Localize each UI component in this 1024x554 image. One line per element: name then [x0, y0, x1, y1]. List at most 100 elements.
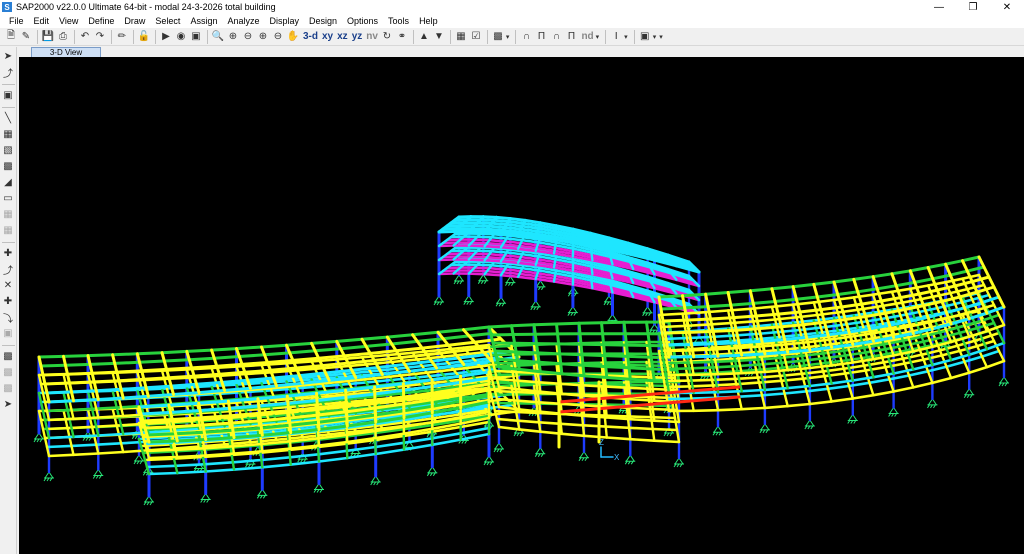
tab-3d-view[interactable]: 3-D View — [31, 47, 101, 57]
quick-draw-area-icon[interactable]: ▦ — [2, 208, 15, 221]
snap-intersections-icon[interactable]: ✕ — [2, 279, 15, 292]
menu-select[interactable]: Select — [150, 16, 185, 26]
draw-frame-icon[interactable]: ╲ — [2, 112, 15, 125]
menu-analyze[interactable]: Analyze — [222, 16, 264, 26]
joint-restraint — [712, 425, 723, 436]
set-display-options-icon[interactable]: ▦ — [454, 30, 468, 44]
open-icon[interactable]: ✎ — [19, 30, 33, 44]
get-previous-icon[interactable]: ▩ — [2, 366, 15, 379]
frame-beam — [690, 378, 717, 382]
frame-releases-icon[interactable]: Π — [534, 30, 548, 44]
draw-solid-icon[interactable]: ▦ — [2, 224, 15, 237]
section-designer-icon[interactable]: Ⅰ — [609, 30, 623, 44]
snap-lines-icon[interactable]: ⤵ — [2, 311, 15, 325]
menu-define[interactable]: Define — [83, 16, 119, 26]
draw-joint-icon[interactable]: ▣ — [2, 89, 15, 102]
model-viewport-3d[interactable]: XZ — [19, 57, 1024, 554]
pan-icon[interactable]: ✋ — [286, 30, 300, 44]
draw-poly-area-icon[interactable]: ◢ — [2, 176, 15, 189]
snap-grid-icon[interactable]: ▣ — [2, 327, 15, 340]
frame-beam — [798, 308, 823, 314]
menu-help[interactable]: Help — [414, 16, 443, 26]
move-down-icon[interactable]: ▼ — [432, 30, 446, 44]
zoom-previous-icon[interactable]: ⊖ — [271, 30, 285, 44]
rotate-icon[interactable]: ↻ — [380, 30, 394, 44]
snap-ends-icon[interactable]: ⤴ — [2, 263, 15, 277]
select-all-icon[interactable]: ▩ — [2, 350, 15, 363]
chevron-down-icon[interactable]: ▾ — [506, 33, 510, 41]
frame-beam — [603, 414, 630, 418]
check-icon[interactable]: ☑ — [469, 30, 483, 44]
menu-options[interactable]: Options — [342, 16, 383, 26]
frame-display-icon[interactable]: Π — [564, 30, 578, 44]
view-xz-button[interactable]: xz — [335, 31, 350, 42]
restore-icon[interactable]: ❐ — [956, 0, 990, 14]
quick-draw-secondary-icon[interactable]: ▩ — [2, 160, 15, 173]
grid-options-icon[interactable]: ▩ — [491, 30, 505, 44]
zoom-window-icon[interactable]: 🔍 — [211, 30, 225, 44]
frame-beam — [836, 290, 860, 296]
quick-draw-frame-icon[interactable]: ▦ — [2, 128, 15, 141]
frame-beam — [872, 372, 895, 379]
view-nv-button[interactable]: nv — [364, 31, 380, 42]
frame-beam — [603, 354, 630, 358]
view-3d-button[interactable]: 3-d — [301, 31, 320, 42]
frame-beam — [754, 312, 780, 318]
frame-beam — [411, 330, 440, 337]
minimize-icon[interactable]: — — [922, 0, 956, 14]
run-analysis-icon[interactable]: ▶ — [159, 30, 173, 44]
save-icon[interactable]: 💾 — [41, 30, 55, 44]
print-icon[interactable]: ⎙ — [56, 30, 70, 44]
rubberband-zoom-icon[interactable]: ▣ — [189, 30, 203, 44]
reshape-icon[interactable]: ⤴ — [2, 66, 15, 80]
redo-icon[interactable]: ↷ — [93, 30, 107, 44]
nd-button[interactable]: nd — [579, 31, 595, 42]
close-icon[interactable]: ✕ — [990, 0, 1024, 14]
snap-perpendicular-icon[interactable]: ✚ — [2, 295, 15, 308]
quick-draw-brace-icon[interactable]: ▧ — [2, 144, 15, 157]
frame-beam — [714, 377, 741, 382]
area-icon[interactable]: ▣ — [638, 30, 652, 44]
chevron-down-icon[interactable]: ▾ — [596, 33, 600, 41]
frame-beam — [72, 398, 100, 403]
menu-assign[interactable]: Assign — [185, 16, 222, 26]
frame-beam — [492, 218, 511, 224]
view-xy-button[interactable]: xy — [320, 31, 335, 42]
frame-section-icon[interactable]: ∩ — [519, 30, 533, 44]
frame-beam — [840, 320, 863, 327]
select-intersect-icon[interactable]: ➤ — [2, 398, 15, 411]
zoom-restore-icon[interactable]: ⊕ — [256, 30, 270, 44]
run-now-icon[interactable]: ◉ — [174, 30, 188, 44]
chevron-down-icon[interactable]: ▾ — [659, 33, 663, 41]
snap-points-icon[interactable]: ✚ — [2, 247, 15, 260]
frame-loads-icon[interactable]: ∩ — [549, 30, 563, 44]
lock-icon[interactable]: 🔓 — [137, 30, 151, 44]
draw-rect-area-icon[interactable]: ▭ — [2, 192, 15, 205]
frame-beam — [144, 384, 173, 390]
frame-beam — [47, 435, 75, 440]
menu-design[interactable]: Design — [304, 16, 342, 26]
menu-file[interactable]: File — [4, 16, 29, 26]
menu-edit[interactable]: Edit — [29, 16, 55, 26]
move-up-icon[interactable]: ▲ — [417, 30, 431, 44]
perspective-icon[interactable]: ⚭ — [395, 30, 409, 44]
zoom-in-icon[interactable]: ⊕ — [226, 30, 240, 44]
menu-draw[interactable]: Draw — [119, 16, 150, 26]
chevron-down-icon[interactable]: ▾ — [653, 33, 657, 41]
frame-beam — [473, 266, 491, 270]
frame-beam — [204, 436, 236, 441]
menu-display[interactable]: Display — [264, 16, 304, 26]
menu-tools[interactable]: Tools — [383, 16, 414, 26]
new-model-icon[interactable]: 🗎 — [4, 30, 18, 44]
frame-beam — [661, 318, 689, 323]
frame-beam — [832, 296, 856, 302]
zoom-out-icon[interactable]: ⊖ — [241, 30, 255, 44]
frame-beam — [687, 329, 715, 334]
refresh-icon[interactable]: ✏ — [115, 30, 129, 44]
view-yz-button[interactable]: yz — [350, 31, 365, 42]
chevron-down-icon[interactable]: ▾ — [624, 33, 628, 41]
menu-view[interactable]: View — [54, 16, 83, 26]
pointer-icon[interactable]: ➤ — [2, 50, 15, 63]
undo-icon[interactable]: ↶ — [78, 30, 92, 44]
clear-selection-icon[interactable]: ▩ — [2, 382, 15, 395]
